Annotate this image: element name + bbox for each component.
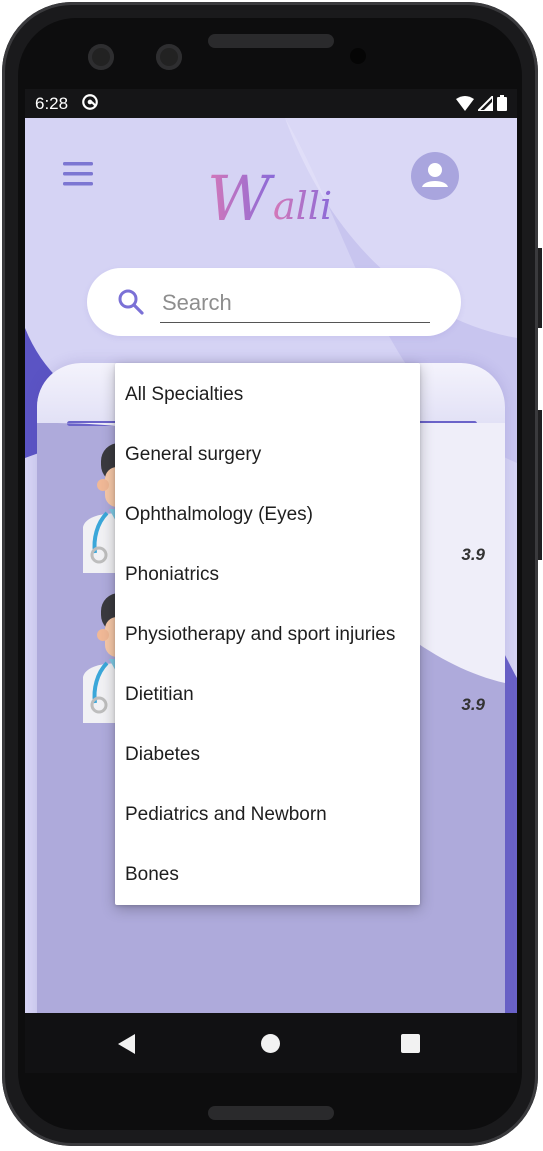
back-triangle-icon[interactable] (117, 1033, 137, 1055)
dropdown-option[interactable]: Dietitian (125, 665, 194, 725)
dropdown-option[interactable]: Ophthalmology (Eyes) (125, 485, 313, 545)
home-circle-icon[interactable] (261, 1034, 280, 1053)
power-button (538, 410, 542, 560)
top-speaker (208, 34, 334, 48)
doctor-rating: 3.9 (461, 545, 485, 564)
status-time: 6:28 (35, 94, 69, 113)
notification-at-icon (82, 94, 98, 110)
dropdown-option[interactable]: Diabetes (125, 725, 200, 785)
wifi-icon (456, 95, 474, 111)
cell-signal-icon (478, 95, 493, 111)
hamburger-menu-icon[interactable] (63, 161, 93, 187)
front-camera-right (156, 44, 182, 70)
svg-text:W: W (207, 162, 275, 232)
volume-button (538, 248, 542, 328)
dropdown-option[interactable]: Physiotherapy and sport injuries (125, 605, 395, 665)
android-nav-bar (25, 1013, 517, 1073)
user-avatar-icon[interactable] (411, 152, 459, 200)
front-camera-left (88, 44, 114, 70)
walli-logo: W alli (207, 162, 332, 232)
dropdown-option[interactable]: Phoniatrics (125, 545, 219, 605)
doctor-rating: 3.9 (461, 695, 485, 714)
specialty-dropdown-menu[interactable]: All Specialties General surgery Ophthalm… (115, 363, 420, 905)
dropdown-option[interactable]: All Specialties (125, 365, 243, 425)
status-icons (456, 95, 507, 111)
proximity-sensor (350, 48, 366, 64)
profile-person-icon (422, 163, 448, 187)
svg-text:alli: alli (273, 184, 332, 228)
dropdown-option[interactable]: General surgery (125, 425, 261, 485)
search-input[interactable] (160, 284, 430, 323)
search-bar[interactable] (87, 268, 461, 336)
search-icon (118, 289, 144, 315)
dropdown-option[interactable]: Bones (125, 845, 179, 905)
bottom-speaker (208, 1106, 334, 1120)
status-bar: 6:28 (25, 89, 517, 118)
battery-icon (497, 95, 507, 111)
dropdown-option[interactable]: Pediatrics and Newborn (125, 785, 327, 845)
recents-square-icon[interactable] (401, 1034, 420, 1053)
